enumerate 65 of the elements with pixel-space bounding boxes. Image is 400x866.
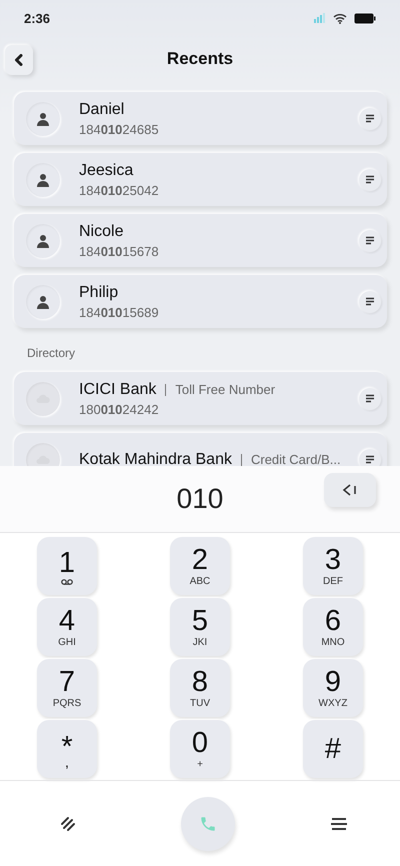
phone-number: 18401015689 xyxy=(79,304,160,320)
contact-card[interactable]: Nicole 18401015678 xyxy=(14,214,387,267)
person-icon xyxy=(36,172,50,186)
dialed-number: 010 xyxy=(176,483,224,515)
details-button[interactable] xyxy=(359,388,381,410)
list-icon xyxy=(365,297,375,306)
phone-number: 18401025042 xyxy=(79,182,160,198)
contact-name: Philip xyxy=(79,284,120,302)
contact-card[interactable]: Daniel 18401024685 xyxy=(14,92,387,145)
person-icon xyxy=(36,112,50,126)
contact-name: Nicole xyxy=(79,222,124,240)
directory-card[interactable]: Kotak Mahindra Bank Credit Card/B... xyxy=(14,433,387,466)
number-type: Toll Free Number xyxy=(175,382,276,397)
details-button[interactable] xyxy=(359,108,381,130)
contact-card[interactable]: Philip 18401015689 xyxy=(14,275,387,328)
phone-number: 18401024685 xyxy=(79,122,160,136)
separator xyxy=(165,384,166,396)
separator xyxy=(240,454,242,466)
dial-key[interactable]: 4 GHI xyxy=(37,598,97,656)
wifi-icon xyxy=(333,12,347,24)
number-type: Credit Card/B... xyxy=(250,452,341,466)
dial-key[interactable]: 3 DEF xyxy=(303,537,363,595)
status-time: 2:36 xyxy=(24,10,50,26)
dial-key[interactable]: 9 WXYZ xyxy=(303,659,363,717)
person-icon xyxy=(36,234,50,248)
voicemail-icon xyxy=(61,578,73,584)
dial-key[interactable]: # xyxy=(303,720,363,778)
list-icon xyxy=(365,455,375,464)
back-button[interactable] xyxy=(5,45,33,75)
dial-key[interactable]: 5 JKI xyxy=(170,598,230,656)
backspace-button[interactable] xyxy=(324,473,376,507)
dial-key[interactable]: 0 + xyxy=(170,720,230,778)
phone-icon xyxy=(199,815,217,833)
company-name: ICICI Bank xyxy=(79,380,156,398)
page-title: Recents xyxy=(166,49,234,69)
details-button[interactable] xyxy=(359,168,381,190)
back-icon xyxy=(14,54,24,66)
phone-number: 18401015678 xyxy=(79,244,160,258)
dial-key[interactable]: 1 xyxy=(37,537,97,595)
dial-key[interactable]: 6 MNO xyxy=(303,598,363,656)
dial-key[interactable]: 8 TUV xyxy=(170,659,230,717)
contact-name: Jeesica xyxy=(79,162,134,180)
list-icon xyxy=(365,175,375,184)
details-button[interactable] xyxy=(359,290,381,312)
list-icon xyxy=(365,114,375,123)
phone-number: 18001024242 xyxy=(79,402,160,416)
contact-card[interactable]: Jeesica 18401025042 xyxy=(14,153,387,206)
dial-key[interactable]: 2 ABC xyxy=(170,537,230,595)
dial-key[interactable]: *, xyxy=(37,720,97,778)
slashes-icon xyxy=(60,816,78,832)
section-label: Directory xyxy=(27,346,76,360)
details-button[interactable] xyxy=(359,448,381,466)
backspace-icon xyxy=(341,483,359,497)
signal-icon xyxy=(314,13,326,23)
list-icon xyxy=(365,236,375,245)
cloud-icon xyxy=(36,454,50,464)
company-name: Kotak Mahindra Bank xyxy=(79,450,232,466)
contact-name: Daniel xyxy=(79,100,126,118)
person-icon xyxy=(36,294,50,308)
battery-icon xyxy=(354,12,376,24)
directory-card[interactable]: ICICI Bank Toll Free Number 18001024242 xyxy=(14,372,387,425)
details-button[interactable] xyxy=(359,230,381,252)
menu-icon xyxy=(330,817,348,831)
dial-key[interactable]: 7 PQRS xyxy=(37,659,97,717)
list-icon xyxy=(365,394,375,403)
